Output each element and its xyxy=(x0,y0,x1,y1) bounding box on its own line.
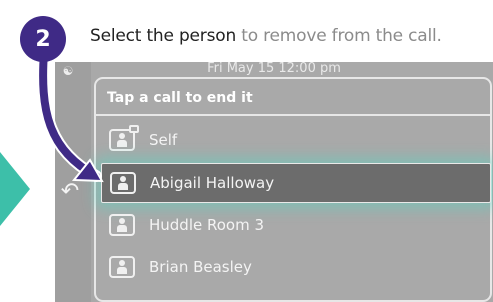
person-icon xyxy=(109,214,135,236)
call-row-label: Huddle Room 3 xyxy=(149,216,265,234)
call-row-label: Self xyxy=(149,131,178,149)
step-number: 2 xyxy=(35,26,51,52)
instruction-rest: to remove from the call. xyxy=(236,26,442,46)
call-row-self[interactable]: Self xyxy=(101,120,491,160)
back-arrow-icon[interactable]: ↶ xyxy=(57,179,83,203)
instruction-main: Select the person xyxy=(90,26,237,46)
person-icon xyxy=(110,172,136,194)
content-share-icon xyxy=(109,125,139,151)
status-date-time: Fri May 15 12:00 pm xyxy=(207,61,341,76)
panel-divider xyxy=(96,114,492,116)
touch-panel-screen: ☯ Fri May 15 12:00 pm ↶ Tap a call to en… xyxy=(55,61,493,302)
person-icon xyxy=(109,256,135,278)
call-row-label: Brian Beasley xyxy=(149,258,252,276)
call-row-brian-beasley[interactable]: Brian Beasley xyxy=(101,247,491,287)
call-row-abigail-halloway[interactable]: Abigail Halloway xyxy=(101,163,491,203)
step-number-badge: 2 xyxy=(20,16,66,62)
side-pointer-triangle xyxy=(0,152,30,226)
instruction-text: Select the person to remove from the cal… xyxy=(90,26,442,46)
panel-title: Tap a call to end it xyxy=(107,90,253,106)
call-row-huddle-room-3[interactable]: Huddle Room 3 xyxy=(101,205,491,245)
call-row-label: Abigail Halloway xyxy=(150,174,275,192)
